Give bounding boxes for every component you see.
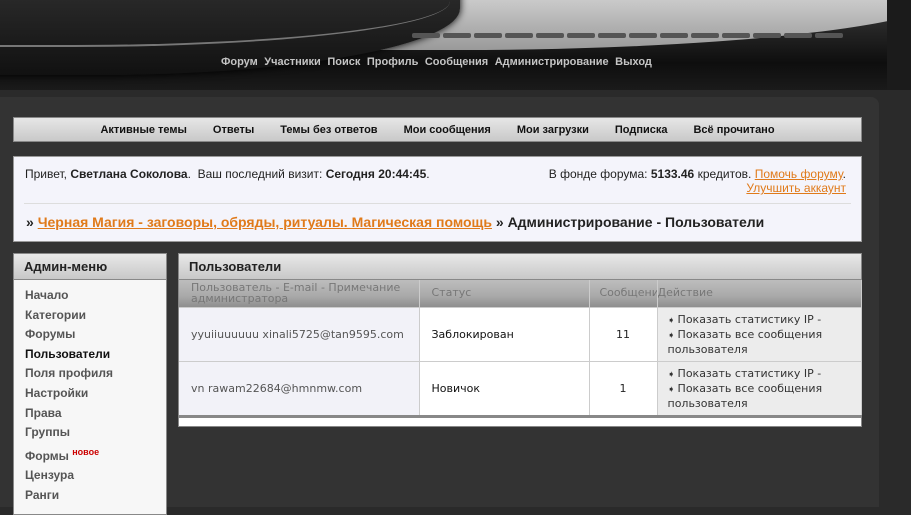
col-header-posts: Сообщений [589, 280, 658, 308]
subnav-active-topics[interactable]: Активные темы [100, 124, 186, 136]
status-cell: Заблокирован [419, 307, 590, 362]
nav-forum[interactable]: Форум [221, 56, 258, 68]
admin-menu-item-ranks[interactable]: Ранги [25, 486, 166, 506]
breadcrumb-root-link[interactable]: Черная Магия - заговоры, обряды, ритуалы… [38, 214, 492, 230]
admin-menu-item-profile-fields[interactable]: Поля профиля [25, 364, 166, 384]
admin-menu-item-users[interactable]: Пользователи [25, 345, 166, 365]
admin-menu-item-settings[interactable]: Настройки [25, 384, 166, 404]
upgrade-account-link[interactable]: Улучшить аккаунт [746, 181, 846, 195]
last-visit-value: Сегодня 20:44:45 [325, 167, 427, 181]
nav-logout[interactable]: Выход [615, 56, 652, 68]
admin-menu-item-home[interactable]: Начало [25, 286, 166, 306]
breadcrumb-page: Пользователи [665, 214, 765, 230]
fund-value: 5133.46 [650, 167, 695, 181]
breadcrumb: » Черная Магия - заговоры, обряды, ритуа… [26, 214, 765, 230]
admin-menu-item-censorship[interactable]: Цензура [25, 466, 166, 486]
admin-menu-item-groups[interactable]: Группы [25, 423, 166, 443]
user-cell[interactable]: vn rawam22684@hmnmw.com [179, 361, 420, 415]
nav-messages[interactable]: Сообщения [425, 56, 488, 68]
nav-admin[interactable]: Администрирование [495, 56, 609, 68]
last-visit-label: Ваш последний визит: [197, 167, 323, 181]
admin-menu-item-permissions[interactable]: Права [25, 404, 166, 424]
site-header: 0110100010111101000 Форум Участники Поис… [0, 0, 911, 90]
arrow-icon: ➧ [667, 316, 675, 326]
col-header-status: Статус [419, 280, 590, 308]
show-ip-stats-link[interactable]: ➧ Показать статистику IP - [668, 313, 861, 328]
header-slot-decoration [412, 28, 846, 41]
show-all-posts-link[interactable]: ➧ Показать все сообщения пользователя [668, 328, 861, 356]
nav-profile[interactable]: Профиль [367, 56, 418, 68]
subnav-my-uploads[interactable]: Мои загрузки [517, 124, 589, 136]
admin-menu-item-forms[interactable]: Формы новое [25, 443, 166, 467]
actions-cell: ➧ Показать статистику IP - ➧ Показать вс… [657, 307, 862, 362]
table-row: vn rawam22684@hmnmw.com Новичок 1 ➧ Пока… [179, 361, 862, 415]
admin-menu-item-forums[interactable]: Форумы [25, 325, 166, 345]
nav-members[interactable]: Участники [264, 56, 321, 68]
help-forum-link[interactable]: Помочь форуму [755, 167, 843, 181]
actions-cell: ➧ Показать статистику IP - ➧ Показать вс… [657, 361, 862, 415]
show-all-posts-link[interactable]: ➧ Показать все сообщения пользователя [668, 382, 861, 410]
greeting: Привет, Светлана Соколова. Ваш последний… [25, 167, 430, 181]
user-info-box: Привет, Светлана Соколова. Ваш последний… [13, 156, 862, 242]
users-table: Пользователь - E-mail - Примечание админ… [179, 280, 862, 415]
admin-menu-title: Админ-меню [14, 254, 166, 280]
users-section: Пользователи Пользователь - E-mail - При… [178, 253, 862, 427]
subnav-unanswered[interactable]: Темы без ответов [280, 124, 377, 136]
user-cell[interactable]: yyuiiuuuuuu xinali5725@tan9595.com [179, 307, 420, 362]
col-header-action: Действие [657, 280, 862, 308]
admin-menu-item-categories[interactable]: Категории [25, 306, 166, 326]
posts-cell: 1 [589, 361, 658, 415]
user-name: Светлана Соколова [70, 167, 188, 181]
subnav-subscriptions[interactable]: Подписка [615, 124, 668, 136]
forum-fund: В фонде форума: 5133.46 кредитов. Помочь… [548, 167, 846, 195]
users-title: Пользователи [179, 254, 861, 280]
table-row: yyuiiuuuuuu xinali5725@tan9595.com Забло… [179, 307, 862, 362]
posts-cell: 11 [589, 307, 658, 362]
subnav-mark-all-read[interactable]: Всё прочитано [693, 124, 774, 136]
subnav-replies[interactable]: Ответы [213, 124, 254, 136]
show-ip-stats-link[interactable]: ➧ Показать статистику IP - [668, 367, 861, 382]
breadcrumb-section: Администрирование [507, 214, 653, 230]
nav-search[interactable]: Поиск [327, 56, 360, 68]
subnav-my-posts[interactable]: Мои сообщения [404, 124, 491, 136]
status-cell: Новичок [419, 361, 590, 415]
col-header-user: Пользователь - E-mail - Примечание админ… [179, 280, 420, 308]
arrow-icon: ➧ [667, 370, 675, 380]
arrow-icon: ➧ [667, 331, 675, 341]
new-badge: новое [72, 446, 100, 457]
sub-nav: Активные темы Ответы Темы без ответов Мо… [13, 117, 862, 142]
table-header-row: Пользователь - E-mail - Примечание админ… [179, 280, 862, 308]
top-nav: Форум Участники Поиск Профиль Сообщения … [221, 55, 655, 68]
arrow-icon: ➧ [667, 385, 675, 395]
admin-menu: Админ-меню Начало Категории Форумы Польз… [13, 253, 167, 515]
